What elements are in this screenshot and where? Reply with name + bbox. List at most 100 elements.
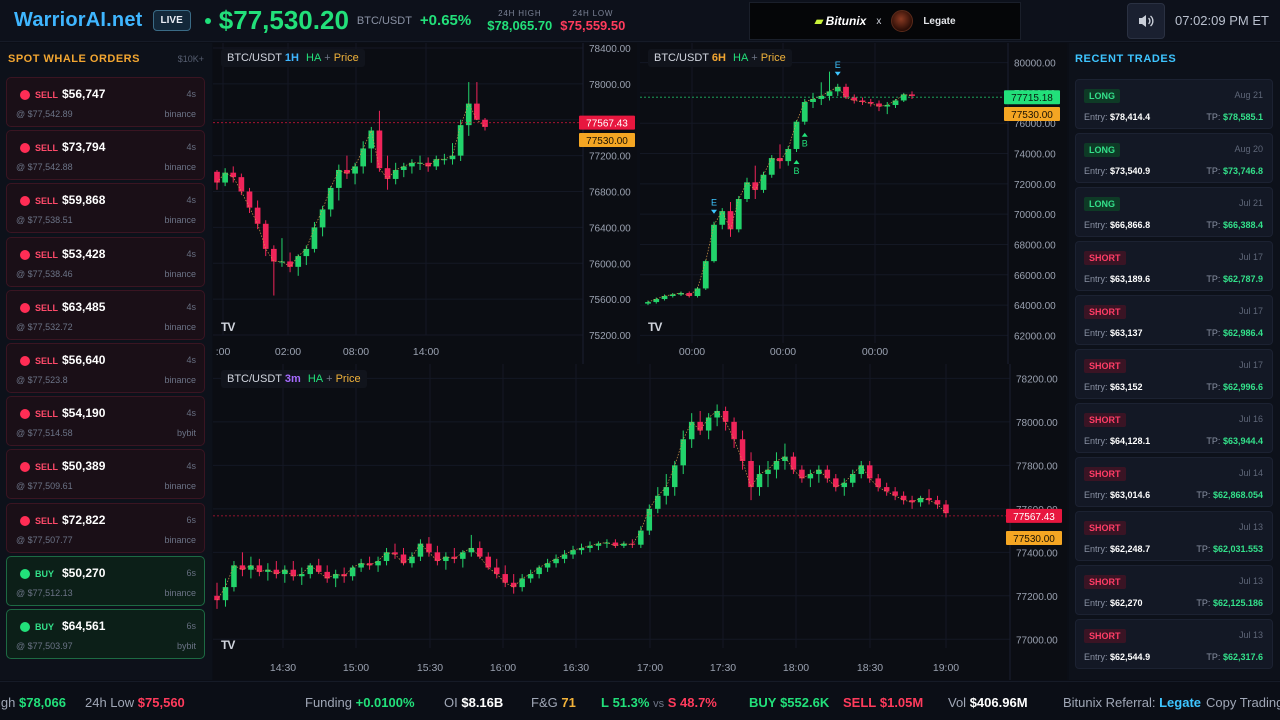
trade-entry: Entry: $62,248.7 (1084, 544, 1150, 554)
whale-order-price: @ $77,503.97 (16, 640, 73, 651)
candle-up (248, 565, 254, 570)
whale-order-card[interactable]: SELL $56,640 4s @ $77,523.8 binance (6, 342, 205, 393)
x-tick-label: 15:30 (417, 662, 443, 674)
whale-order-card[interactable]: SELL $53,428 4s @ $77,538.46 binance (6, 236, 205, 287)
chart-3m-timeframe[interactable]: 3m (285, 373, 301, 385)
ticker-vol-value: $406.96M (969, 695, 1028, 710)
chart-3m-canvas[interactable]: 78200.0078000.0077800.0077600.0077400.00… (213, 364, 1067, 680)
ticker-sell-label: SELL (843, 695, 877, 710)
trade-card[interactable]: SHORT Jul 13 Entry: $62,248.7 TP: $62,031.5… (1075, 511, 1273, 561)
candle-down (230, 172, 237, 178)
candle-up (360, 148, 367, 167)
whale-order-card[interactable]: SELL $72,822 6s @ $77,507.77 binance (6, 502, 205, 553)
chart-3m-ha: HA (307, 373, 324, 385)
trade-tp-value: $62,996.6 (1222, 382, 1263, 392)
candle-down (482, 119, 488, 127)
whale-order-age: 6s (186, 620, 196, 631)
y-tick-label: 62000.00 (1014, 331, 1056, 342)
trade-entry: Entry: $63,152 (1084, 382, 1143, 392)
whale-order-age: 4s (186, 248, 196, 259)
trade-tp-value: $62,787.9 (1222, 274, 1263, 284)
chart-1h[interactable]: 78400.0078000.0077600.0077200.0076800.00… (213, 43, 637, 364)
trade-card[interactable]: LONG Aug 21 Entry: $78,414.4 TP: $78,585.1 (1075, 79, 1273, 129)
whale-order-price: @ $77,514.58 (16, 428, 73, 439)
trade-side-badge: SHORT (1084, 305, 1126, 319)
ticker-oi-label: OI (444, 695, 458, 710)
tradingview-logo-icon[interactable]: TV (221, 638, 235, 652)
chart-6h-timeframe[interactable]: 6H (712, 52, 726, 64)
whale-order-exchange: binance (164, 268, 196, 279)
trade-card[interactable]: LONG Jul 21 Entry: $66,866.8 TP: $66,388.4 (1075, 187, 1273, 237)
whale-order-age: 6s (186, 514, 196, 525)
trade-card[interactable]: SHORT Jul 16 Entry: $64,128.1 TP: $63,944.4 (1075, 403, 1273, 453)
ticker-copy-trading[interactable]: Copy Trading: (1206, 695, 1280, 710)
ticker-referral[interactable]: Bitunix Referral: Legate (1063, 695, 1201, 710)
trade-card[interactable]: SHORT Jul 14 Entry: $63,014.6 TP: $62,868.0… (1075, 457, 1273, 507)
x-tick-label: 00:00 (862, 346, 888, 358)
y-tick-label: 70000.00 (1014, 210, 1056, 221)
sell-dot-icon (20, 90, 30, 100)
chart-1h-timeframe[interactable]: 1H (285, 52, 299, 64)
trade-card[interactable]: SHORT Jul 13 Entry: $62,270 TP: $62,125.186 (1075, 565, 1273, 615)
candle-down (833, 478, 839, 488)
last-price-tag-text: 77567.43 (1013, 512, 1055, 523)
candle-up (553, 558, 559, 564)
whale-order-price: @ $77,509.61 (16, 481, 73, 492)
whale-order-price: @ $77,538.51 (16, 215, 73, 226)
whale-order-age: 4s (186, 301, 196, 312)
whale-order-exchange: binance (164, 215, 196, 226)
ticker-referral-label: Bitunix Referral: (1063, 695, 1156, 710)
whale-order-side: SELL (35, 302, 59, 313)
chart-3m[interactable]: 78200.0078000.0077800.0077600.0077400.00… (213, 364, 1067, 680)
whale-order-card[interactable]: SELL $63,485 4s @ $77,532.72 binance (6, 289, 205, 340)
ticker-referral-value[interactable]: Legate (1159, 695, 1201, 710)
chart-6h[interactable]: 80000.0078000.0076000.0074000.0072000.00… (640, 43, 1067, 364)
trade-tp-label: TP: (1206, 328, 1221, 338)
whale-order-side: SELL (35, 196, 59, 207)
site-logo[interactable]: WarriorAI.net (14, 9, 143, 32)
chart-6h-canvas[interactable]: 80000.0078000.0076000.0074000.0072000.00… (640, 43, 1067, 364)
x-tick-label: 14:30 (270, 662, 296, 674)
y-tick-label: 77400.00 (1016, 548, 1058, 559)
trade-card[interactable]: SHORT Jul 13 Entry: $62,544.9 TP: $62,317.6 (1075, 619, 1273, 669)
whale-order-amount: $59,868 (62, 193, 106, 208)
whale-order-card[interactable]: BUY $50,270 6s @ $77,512.13 binance (6, 555, 205, 606)
whale-order-card[interactable]: SELL $56,747 4s @ $77,542.89 binance (6, 77, 205, 127)
whale-order-card[interactable]: BUY $64,561 6s @ $77,503.97 bybit (6, 608, 205, 659)
whale-order-card[interactable]: SELL $73,794 4s @ $77,542.88 binance (6, 130, 205, 181)
trade-card[interactable]: SHORT Jul 17 Entry: $63,152 TP: $62,996.6 (1075, 349, 1273, 399)
partner-banner[interactable]: ▰ Bitunix x Legate (749, 2, 1021, 40)
trade-date: Jul 13 (1238, 630, 1263, 640)
trade-date: Jul 13 (1238, 576, 1263, 586)
trade-tp-label: TP: (1206, 274, 1221, 284)
x-tick-label: 17:30 (710, 662, 736, 674)
sell-dot-icon (20, 462, 30, 473)
candle-up (311, 227, 318, 249)
bitunix-logo: ▰ Bitunix (814, 14, 866, 28)
candle-down (875, 478, 881, 488)
trade-tp: TP: $62,317.6 (1206, 652, 1263, 662)
ticker-24h-high: igh $78,066 (0, 695, 66, 710)
trade-tp-label: TP: (1206, 112, 1221, 122)
high-24h-value: $78,065.70 (487, 17, 553, 33)
trade-card[interactable]: SHORT Jul 17 Entry: $63,189.6 TP: $62,787.9 (1075, 241, 1273, 291)
whale-order-card[interactable]: SELL $59,868 4s @ $77,538.51 binance (6, 183, 205, 234)
candle-up (383, 552, 390, 562)
whale-order-card[interactable]: SELL $50,389 4s @ $77,509.61 binance (6, 449, 205, 500)
whale-order-price: @ $77,538.46 (16, 268, 73, 279)
trade-entry-label: Entry: (1084, 274, 1108, 284)
tradingview-logo-icon[interactable]: TV (648, 320, 662, 334)
whale-order-side: BUY (35, 621, 55, 632)
trade-card[interactable]: SHORT Jul 17 Entry: $63,137 TP: $62,986.4 (1075, 295, 1273, 345)
tradingview-logo-icon[interactable]: TV (221, 320, 235, 334)
candle-up (892, 100, 899, 106)
candle-up (756, 474, 763, 488)
sell-dot-icon (20, 302, 30, 313)
sound-toggle-button[interactable] (1127, 3, 1165, 39)
recent-trades-panel: RECENT TRADES LONG Aug 21 Entry: $78,414.4… (1069, 43, 1280, 680)
x-tick-label: :00 (216, 346, 231, 358)
trade-entry-value: $64,128.1 (1110, 436, 1151, 446)
whale-order-card[interactable]: SELL $54,190 4s @ $77,514.58 bybit (6, 396, 205, 447)
chart-1h-canvas[interactable]: 78400.0078000.0077600.0077200.0076800.00… (213, 43, 637, 364)
trade-card[interactable]: LONG Aug 20 Entry: $73,540.9 TP: $73,746.8 (1075, 133, 1273, 183)
